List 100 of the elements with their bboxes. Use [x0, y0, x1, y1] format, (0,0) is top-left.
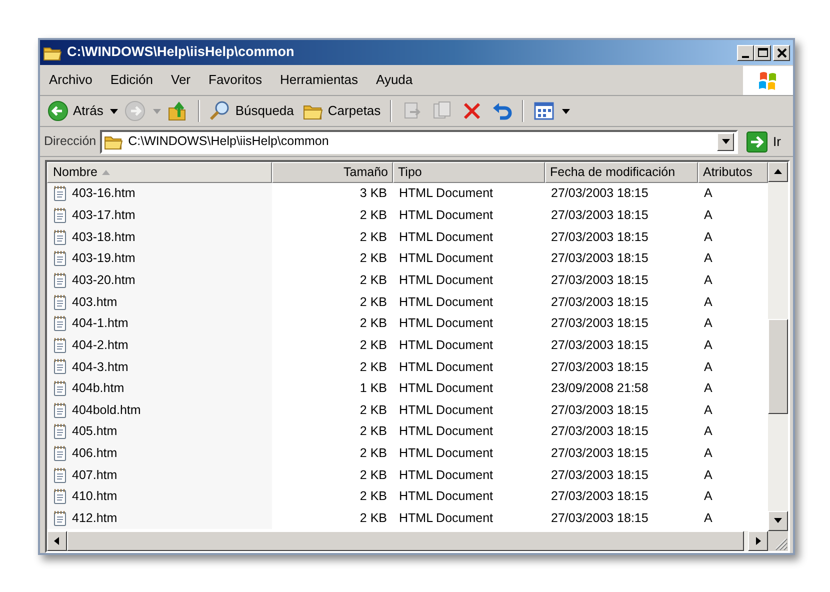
- back-button[interactable]: Atrás: [44, 98, 106, 124]
- minimize-button[interactable]: [737, 44, 754, 60]
- scroll-right-button[interactable]: [748, 531, 768, 551]
- scroll-thumb[interactable]: [768, 319, 788, 414]
- file-size: 2 KB: [358, 315, 388, 332]
- go-button[interactable]: Ir: [742, 130, 789, 152]
- modified-date: 27/03/2003 18:15: [550, 294, 650, 311]
- file-row[interactable]: 412.htm 2 KB HTML Document 27/03/2003 18:15 A: [47, 508, 768, 530]
- file-name: 406.htm: [72, 445, 118, 462]
- file-name: 403-17.htm: [72, 207, 136, 224]
- file-size: 1 KB: [358, 380, 388, 398]
- document-icon: [52, 488, 68, 506]
- file-type: HTML Document: [398, 423, 494, 440]
- file-size: 2 KB: [358, 272, 388, 289]
- file-row[interactable]: 404-1.htm 2 KB HTML Document 27/03/2003 18:15 A: [47, 312, 768, 334]
- modified-date: 23/09/2008 21:58: [550, 380, 650, 398]
- modified-date: 27/03/2003 18:15: [550, 466, 650, 484]
- file-type: HTML Document: [398, 488, 494, 506]
- file-row[interactable]: 410.htm 2 KB HTML Document 27/03/2003 18:15 A: [47, 486, 768, 508]
- file-name: 403-16.htm: [72, 185, 136, 202]
- file-row[interactable]: 404bold.htm 2 KB HTML Document 27/03/2003 18:15 A: [47, 399, 768, 422]
- modified-date: 27/03/2003 18:15: [550, 250, 650, 268]
- file-size: 2 KB: [358, 228, 388, 246]
- file-attributes: A: [703, 423, 714, 440]
- close-icon: [776, 46, 788, 58]
- caret-icon: [560, 106, 570, 116]
- menu-item[interactable]: Archivo: [40, 68, 102, 92]
- modified-date: 27/03/2003 18:15: [550, 272, 650, 289]
- file-type: HTML Document: [398, 315, 494, 332]
- scroll-down-button[interactable]: [768, 511, 788, 531]
- column-header[interactable]: Fecha de modificación: [545, 162, 698, 183]
- maximize-button[interactable]: [754, 44, 771, 60]
- undo-icon: [490, 100, 513, 122]
- file-size: 2 KB: [358, 510, 388, 528]
- scroll-left-button[interactable]: [47, 531, 67, 551]
- document-icon: [52, 423, 68, 440]
- file-attributes: A: [703, 380, 714, 398]
- file-size: 2 KB: [358, 423, 388, 440]
- menu-item[interactable]: Favoritos: [200, 68, 271, 92]
- menu-item[interactable]: Herramientas: [270, 68, 368, 92]
- file-name: 412.htm: [72, 510, 118, 528]
- file-row[interactable]: 403.htm 2 KB HTML Document 27/03/2003 18:15 A: [47, 291, 768, 313]
- file-size: 2 KB: [358, 336, 388, 354]
- file-name: 404bold.htm: [72, 402, 141, 419]
- file-size: 2 KB: [358, 250, 388, 268]
- flag-logo-icon: [757, 69, 779, 91]
- modified-date: 27/03/2003 18:15: [550, 336, 650, 354]
- file-row[interactable]: 403-19.htm 2 KB HTML Document 27/03/2003 18:15 A: [47, 248, 768, 270]
- document-icon: [52, 185, 68, 202]
- sort-arrow-icon: [101, 168, 112, 177]
- file-row[interactable]: 405.htm 2 KB HTML Document 27/03/2003 18:15 A: [47, 421, 768, 443]
- file-row[interactable]: 404b.htm 1 KB HTML Document 23/09/2008 21:58 A: [47, 378, 768, 400]
- file-type: HTML Document: [398, 294, 494, 311]
- search-icon: [209, 100, 232, 122]
- file-name: 404-3.htm: [72, 358, 128, 376]
- file-size: 3 KB: [358, 185, 388, 202]
- column-header[interactable]: Atributos: [698, 162, 768, 183]
- document-icon: [52, 228, 68, 246]
- document-icon: [52, 358, 68, 376]
- back-icon: [47, 100, 69, 122]
- document-icon: [52, 380, 68, 398]
- column-header[interactable]: Tipo: [393, 162, 545, 183]
- menu-item[interactable]: Edición: [101, 68, 162, 92]
- modified-date: 27/03/2003 18:15: [550, 228, 650, 246]
- dropdown-button[interactable]: [717, 132, 734, 150]
- file-row[interactable]: 407.htm 2 KB HTML Document 27/03/2003 18:15 A: [47, 464, 768, 486]
- file-type: HTML Document: [398, 510, 494, 528]
- file-attributes: A: [703, 228, 714, 246]
- file-attributes: A: [703, 207, 714, 224]
- file-attributes: A: [703, 315, 714, 332]
- file-type: HTML Document: [398, 207, 494, 224]
- search-button[interactable]: Búsqueda: [206, 98, 297, 124]
- file-type: HTML Document: [398, 250, 494, 268]
- close-button[interactable]: [773, 44, 790, 60]
- file-row[interactable]: 404-2.htm 2 KB HTML Document 27/03/2003 18:15 A: [47, 334, 768, 356]
- resize-grip[interactable]: [768, 531, 788, 551]
- column-header[interactable]: Nombre: [47, 162, 272, 183]
- file-row[interactable]: 403-18.htm 2 KB HTML Document 27/03/2003 18:15 A: [47, 226, 768, 248]
- file-name: 403-20.htm: [72, 272, 136, 289]
- folders-button[interactable]: Carpetas: [298, 98, 384, 124]
- file-row[interactable]: 403-17.htm 2 KB HTML Document 27/03/2003 18:15 A: [47, 204, 768, 226]
- menu-item[interactable]: Ver: [162, 68, 200, 92]
- document-icon: [52, 294, 68, 311]
- address-label: Dirección: [44, 133, 96, 150]
- file-row[interactable]: 406.htm 2 KB HTML Document 27/03/2003 18:15 A: [47, 442, 768, 464]
- file-name: 407.htm: [72, 466, 118, 484]
- vertical-scrollbar[interactable]: [768, 162, 788, 531]
- column-header[interactable]: Tamaño: [272, 162, 393, 183]
- scroll-up-button[interactable]: [768, 162, 788, 182]
- menu-item[interactable]: Ayuda: [367, 68, 422, 92]
- file-attributes: A: [703, 358, 714, 376]
- file-row[interactable]: 403-20.htm 2 KB HTML Document 27/03/2003 18:15 A: [47, 270, 768, 292]
- file-attributes: A: [703, 510, 714, 528]
- modified-date: 27/03/2003 18:15: [550, 510, 650, 528]
- file-row[interactable]: 403-16.htm 3 KB HTML Document 27/03/2003 18:15 A: [47, 183, 768, 205]
- file-attributes: A: [703, 445, 714, 462]
- file-row[interactable]: 404-3.htm 2 KB HTML Document 27/03/2003 18:15 A: [47, 356, 768, 378]
- address-field[interactable]: C:\WINDOWS\Help\iisHelp\common: [100, 130, 738, 154]
- caret-icon: [152, 106, 162, 116]
- modified-date: 27/03/2003 18:15: [550, 207, 650, 224]
